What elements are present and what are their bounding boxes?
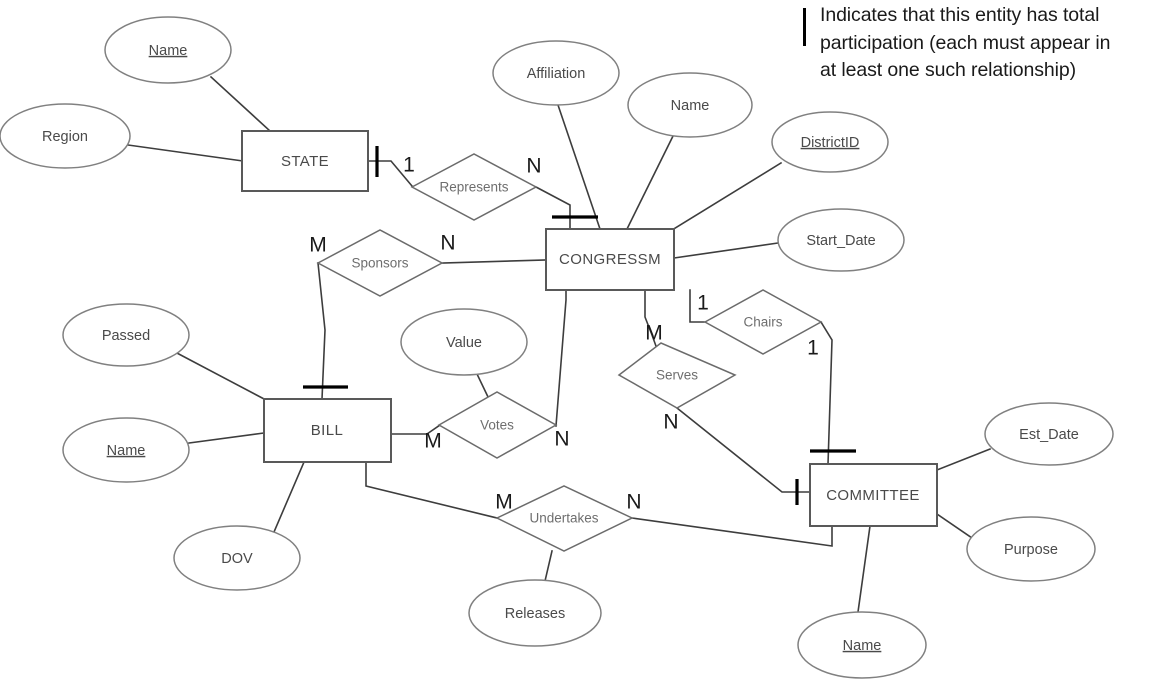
relationship-sponsors[interactable]: Sponsors xyxy=(316,229,444,297)
relationship-serves[interactable]: Serves xyxy=(617,342,737,409)
attribute-congressm-name[interactable]: Name xyxy=(627,72,753,138)
attribute-label: Purpose xyxy=(1004,542,1058,558)
attribute-label: Start_Date xyxy=(806,233,875,249)
relationship-votes[interactable]: Votes xyxy=(437,391,558,459)
er-diagram-svg: Name Region Affiliation Name DistrictID xyxy=(0,16,1114,679)
attribute-label: Name xyxy=(107,443,146,459)
legend: Indicates that this entity has total par… xyxy=(803,2,1163,85)
attribute-state-region[interactable]: Region xyxy=(0,103,131,169)
edge-serves-committee xyxy=(675,406,811,493)
attribute-label: Passed xyxy=(102,328,150,344)
edge-bill-undertakes xyxy=(365,461,498,519)
edge-chairs-committee xyxy=(819,320,833,465)
edge-congressm-districtid xyxy=(670,161,783,232)
edge-represents-congressm xyxy=(534,185,571,230)
attribute-label: Name xyxy=(671,98,710,114)
edge-state-name xyxy=(209,75,272,133)
edge-congressm-name xyxy=(625,128,678,231)
cardinality-sponsors-n: N xyxy=(440,232,455,255)
edge-bill-passed xyxy=(173,350,268,402)
entity-state[interactable]: STATE xyxy=(241,130,369,192)
edge-congressm-startdate xyxy=(673,242,779,259)
attribute-congressm-districtid[interactable]: DistrictID xyxy=(771,111,889,173)
attribute-label: Value xyxy=(446,335,482,351)
edge-committee-purpose xyxy=(935,512,974,540)
relationship-undertakes[interactable]: Undertakes xyxy=(495,485,634,552)
edge-votes-value xyxy=(475,372,491,401)
attribute-undertakes-releases[interactable]: Releases xyxy=(468,579,602,647)
attribute-committee-purpose[interactable]: Purpose xyxy=(966,516,1096,582)
relationship-label: Undertakes xyxy=(529,511,598,526)
entity-label: COMMITTEE xyxy=(826,487,920,504)
legend-text: Indicates that this entity has total par… xyxy=(820,4,1111,82)
relationship-chairs[interactable]: Chairs xyxy=(703,289,823,355)
edge-committee-name xyxy=(857,525,871,613)
cardinality-undertakes-n: N xyxy=(626,491,641,514)
edge-congressm-affiliation xyxy=(556,103,602,231)
cardinality-serves-m: M xyxy=(645,322,663,345)
attribute-label: Name xyxy=(843,638,882,654)
entity-congressm[interactable]: CONGRESSM xyxy=(545,228,675,291)
cardinality-votes-n: N xyxy=(554,428,569,451)
attribute-bill-passed[interactable]: Passed xyxy=(62,303,190,367)
attribute-congressm-affiliation[interactable]: Affiliation xyxy=(492,40,620,106)
attribute-committee-name[interactable]: Name xyxy=(797,611,927,679)
cardinality-undertakes-m: M xyxy=(495,491,513,514)
attribute-label: Region xyxy=(42,129,88,145)
attributes-layer: Name Region Affiliation Name DistrictID xyxy=(0,16,1114,679)
attribute-bill-dov[interactable]: DOV xyxy=(173,525,301,591)
attribute-committee-estdate[interactable]: Est_Date xyxy=(984,402,1114,466)
entity-label: CONGRESSM xyxy=(559,251,661,268)
attribute-state-name[interactable]: Name xyxy=(104,16,232,84)
edge-sponsors-congressm xyxy=(441,259,547,264)
cardinality-represents-n: N xyxy=(526,155,541,178)
relationship-label: Serves xyxy=(656,368,698,383)
relationship-label: Votes xyxy=(480,418,514,433)
edge-committee-estdate xyxy=(935,447,992,472)
entities-layer: STATE CONGRESSM BILL COMMITTEE xyxy=(241,130,938,527)
entity-label: BILL xyxy=(311,422,343,439)
total-participation-marker-icon xyxy=(803,8,806,46)
edge-bill-sponsors xyxy=(317,262,326,400)
cardinality-sponsors-m: M xyxy=(309,234,327,257)
attribute-bill-name[interactable]: Name xyxy=(62,417,190,483)
attribute-label: DOV xyxy=(221,551,253,567)
attribute-label: Name xyxy=(149,43,188,59)
er-diagram-canvas: Name Region Affiliation Name DistrictID xyxy=(0,0,1163,696)
relationship-label: Represents xyxy=(439,180,508,195)
relationship-represents[interactable]: Represents xyxy=(410,153,538,221)
entity-label: STATE xyxy=(281,153,329,170)
relationship-label: Chairs xyxy=(743,315,782,330)
cardinality-represents-1: 1 xyxy=(403,154,415,177)
attribute-congressm-startdate[interactable]: Start_Date xyxy=(777,208,905,272)
entity-committee[interactable]: COMMITTEE xyxy=(809,463,938,527)
cardinality-chairs-1-right: 1 xyxy=(807,337,819,360)
attribute-label: DistrictID xyxy=(801,135,860,151)
entity-bill[interactable]: BILL xyxy=(263,398,392,463)
edge-bill-name xyxy=(188,432,265,444)
attribute-label: Releases xyxy=(505,606,565,622)
edge-state-region xyxy=(127,144,244,162)
cardinality-serves-n: N xyxy=(663,411,678,434)
attribute-label: Est_Date xyxy=(1019,427,1079,443)
cardinality-votes-m: M xyxy=(424,430,442,453)
attribute-votes-value[interactable]: Value xyxy=(400,308,528,376)
edge-undertakes-releases xyxy=(544,550,553,582)
relationship-label: Sponsors xyxy=(351,256,408,271)
cardinality-chairs-1-left: 1 xyxy=(697,292,709,315)
attribute-label: Affiliation xyxy=(527,66,586,82)
edge-undertakes-committee xyxy=(631,517,833,547)
edge-votes-congressm xyxy=(555,289,567,427)
